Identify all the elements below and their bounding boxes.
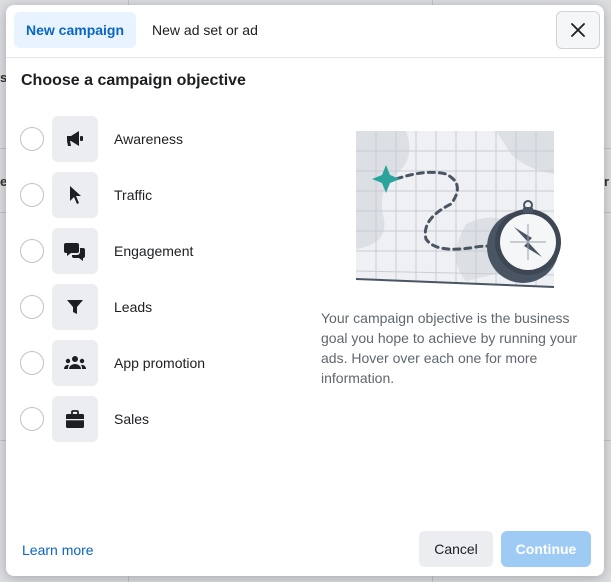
radio-button[interactable] [20,351,44,375]
create-campaign-dialog: New campaign New ad set or ad Choose a c… [6,5,604,576]
objective-awareness[interactable]: Awareness [20,111,205,167]
radio-button[interactable] [20,127,44,151]
funnel-icon [52,284,98,330]
objective-label: Traffic [114,187,153,203]
objective-label: Leads [114,299,153,315]
radio-button[interactable] [20,239,44,263]
objective-app-promotion[interactable]: App promotion [20,335,205,391]
objective-label: App promotion [114,355,206,371]
objective-label: Engagement [114,243,194,259]
objective-traffic[interactable]: Traffic [20,167,205,223]
cursor-icon [52,172,98,218]
people-icon [52,340,98,386]
radio-button[interactable] [20,183,44,207]
objective-label: Sales [114,411,150,427]
megaphone-icon [52,116,98,162]
chat-bubbles-icon [52,228,98,274]
dialog-tabs: New campaign New ad set or ad [14,12,270,48]
tab-new-campaign[interactable]: New campaign [14,12,137,48]
objective-description: Your campaign objective is the business … [321,310,578,386]
cancel-button[interactable]: Cancel [419,531,493,567]
radio-button[interactable] [20,295,44,319]
objective-label: Awareness [114,131,184,147]
background-text-fragment: r [604,174,610,189]
header-divider [6,57,604,58]
objective-sales[interactable]: Sales [20,391,205,447]
tab-new-ad-set-or-ad[interactable]: New ad set or ad [140,12,270,48]
page-title: Choose a campaign objective [21,72,246,89]
learn-more-link[interactable]: Learn more [22,542,94,558]
shopping-bag-icon [52,396,98,442]
objective-list: Awareness Traffic Engagement Leads App p… [20,111,205,447]
continue-button[interactable]: Continue [501,531,591,567]
close-button[interactable] [556,11,600,49]
objective-leads[interactable]: Leads [20,279,205,335]
close-icon [571,23,585,37]
objective-engagement[interactable]: Engagement [20,223,205,279]
map-compass-illustration [346,129,578,306]
radio-button[interactable] [20,407,44,431]
